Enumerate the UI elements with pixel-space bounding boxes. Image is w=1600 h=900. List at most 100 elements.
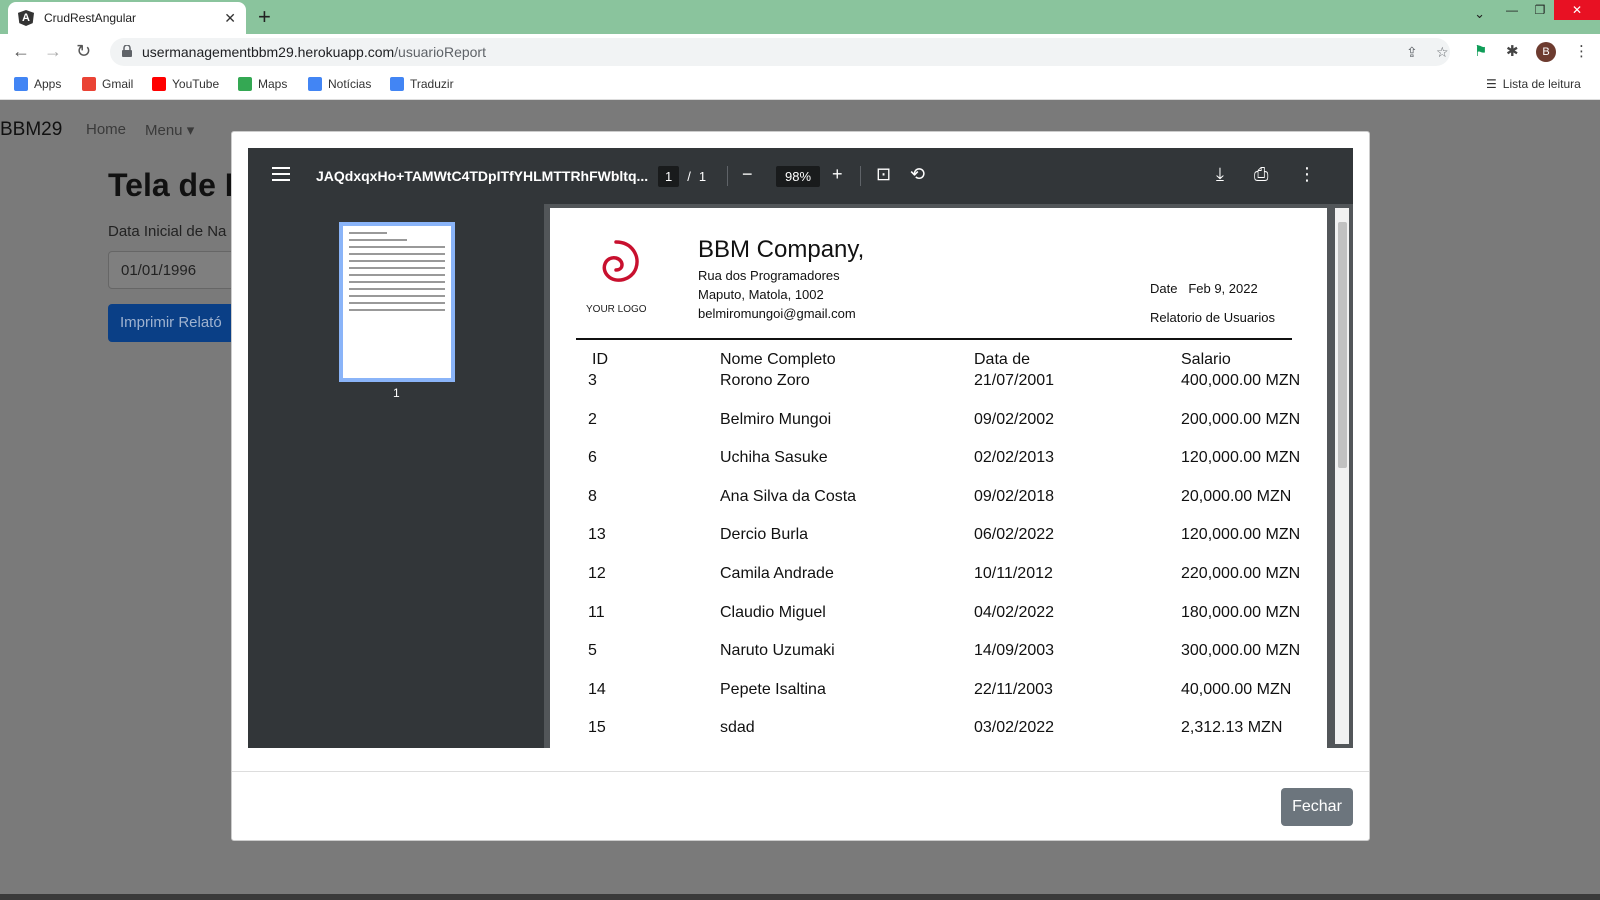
translate-icon — [390, 77, 404, 91]
browser-tab[interactable]: A CrudRestAngular ✕ — [8, 2, 246, 34]
print-report-button[interactable]: Imprimir Relató — [108, 304, 248, 342]
start-date-input[interactable]: 01/01/1996 — [108, 251, 248, 289]
table-cell: Claudio Miguel — [720, 603, 826, 621]
extensions-puzzle-icon[interactable]: ✱ — [1506, 42, 1519, 60]
company-name: BBM Company, — [698, 236, 865, 263]
current-page-input[interactable]: 1 — [658, 166, 680, 187]
more-options-icon[interactable]: ⋮ — [1298, 164, 1316, 185]
table-cell: 22/11/2003 — [974, 680, 1053, 698]
fit-page-icon[interactable]: ⊡ — [876, 164, 891, 185]
bookmark-apps[interactable]: Apps — [14, 77, 61, 91]
bookmarks-bar: Apps Gmail YouTube Maps Notícias Traduzi… — [0, 70, 1600, 100]
lock-icon — [122, 45, 132, 57]
angular-icon: A — [18, 10, 34, 26]
column-header: Data de — [974, 351, 1031, 368]
rotate-icon[interactable]: ⟲ — [910, 164, 925, 185]
minimize-icon[interactable]: — — [1498, 0, 1526, 20]
forward-icon[interactable]: → — [44, 41, 62, 62]
url-text: usermanagementbbm29.herokuapp.com/usuari… — [142, 44, 486, 60]
window-controls: — ❐ ✕ — [1498, 0, 1600, 20]
table-cell: Rorono Zoro — [720, 372, 810, 389]
window-close-icon[interactable]: ✕ — [1554, 0, 1600, 20]
back-icon[interactable]: ← — [12, 41, 30, 62]
profile-avatar[interactable]: B — [1536, 42, 1556, 62]
address-bar[interactable]: usermanagementbbm29.herokuapp.com/usuari… — [110, 38, 1450, 66]
table-cell: 13 — [588, 526, 606, 544]
close-modal-button[interactable]: Fechar — [1281, 788, 1353, 826]
page-title: Tela de R — [108, 167, 248, 203]
table-cell: 2,312.13 MZN — [1181, 719, 1283, 737]
table-cell: 8 — [588, 487, 597, 505]
url-path: /usuarioReport — [394, 44, 486, 60]
download-icon[interactable]: ⤓ — [1216, 164, 1224, 185]
table-cell: Uchiha Sasuke — [720, 449, 828, 467]
nav-home[interactable]: Home — [86, 121, 126, 138]
reading-list[interactable]: ☰ Lista de leitura — [1486, 77, 1581, 91]
pdf-document-area[interactable]: YOUR LOGO BBM Company, Rua dos Programad… — [544, 204, 1353, 748]
table-cell: 11 — [588, 603, 605, 621]
table-cell: 40,000.00 MZN — [1181, 680, 1292, 698]
tab-close-icon[interactable]: ✕ — [224, 10, 236, 27]
table-cell: 400,000.00 MZN — [1181, 372, 1301, 389]
zoom-in-icon[interactable]: + — [832, 164, 843, 185]
table-cell: 120,000.00 MZN — [1181, 449, 1301, 467]
apps-grid-icon — [14, 77, 28, 91]
gmail-icon — [82, 77, 96, 91]
bookmark-maps[interactable]: Maps — [238, 77, 287, 91]
bookmark-label: Apps — [34, 77, 62, 91]
zoom-out-icon[interactable]: − — [742, 164, 753, 185]
youtube-icon — [152, 77, 166, 91]
page-separator: / — [687, 169, 691, 184]
table-cell: 120,000.00 MZN — [1181, 526, 1301, 544]
table-cell: 20,000.00 MZN — [1181, 487, 1292, 505]
report-title: Relatorio de Usuarios — [1150, 310, 1276, 325]
page-thumbnail[interactable] — [339, 222, 455, 382]
address-line: Rua dos Programadores — [698, 268, 840, 283]
share-icon[interactable]: ⇪ — [1406, 44, 1418, 61]
table-cell: 21/07/2001 — [974, 372, 1055, 389]
table-cell: 180,000.00 MZN — [1181, 603, 1301, 621]
news-icon — [308, 77, 322, 91]
table-cell: 5 — [588, 642, 597, 660]
address-line: belmiromungoi@gmail.com — [698, 306, 856, 321]
nav-menu[interactable]: Menu ▾ — [145, 121, 194, 139]
page-indicator: 1 / 1 — [658, 166, 706, 187]
bookmark-gmail[interactable]: Gmail — [82, 77, 133, 91]
hamburger-menu-icon[interactable] — [272, 167, 290, 181]
browser-toolbar: ← → ↻ usermanagementbbm29.herokuapp.com/… — [0, 34, 1600, 70]
scrollbar-thumb[interactable] — [1338, 222, 1347, 468]
bookmark-youtube[interactable]: YouTube — [152, 77, 219, 91]
date-label: Date — [1150, 281, 1178, 296]
tab-search-chevron-icon[interactable]: ⌄ — [1474, 6, 1485, 22]
table-cell: 04/02/2022 — [974, 603, 1055, 621]
bookmark-star-icon[interactable]: ☆ — [1436, 44, 1449, 61]
header-rule — [576, 338, 1292, 340]
report-modal: JAQdxqxHo+TAMWtC4TDpITfYHLMTTRhFWbltq...… — [231, 131, 1370, 841]
report-date: Date Feb 9, 2022 — [1150, 281, 1258, 296]
tab-title: CrudRestAngular — [44, 11, 137, 25]
new-tab-icon[interactable]: + — [258, 4, 271, 30]
pdf-page: YOUR LOGO BBM Company, Rua dos Programad… — [550, 208, 1327, 748]
pdf-viewer: JAQdxqxHo+TAMWtC4TDpITfYHLMTTRhFWbltq...… — [248, 148, 1353, 748]
table-cell: 15 — [588, 719, 606, 737]
app-brand[interactable]: BBM29 — [0, 119, 62, 141]
vertical-scrollbar[interactable] — [1335, 208, 1349, 744]
table-cell: 12 — [588, 565, 606, 582]
chrome-menu-icon[interactable]: ⋮ — [1574, 42, 1589, 60]
table-cell: 300,000.00 MZN — [1181, 642, 1301, 660]
bookmark-traduzir[interactable]: Traduzir — [390, 77, 454, 91]
logo-text: YOUR LOGO — [586, 304, 647, 315]
table-cell: 200,000.00 MZN — [1181, 410, 1301, 428]
print-icon[interactable]: ⎙ — [1254, 164, 1268, 185]
total-pages: 1 — [698, 169, 707, 184]
column-header: Salario — [1181, 351, 1231, 368]
bookmark-label: Gmail — [102, 77, 134, 91]
table-cell: Dercio Burla — [720, 526, 809, 544]
restore-icon[interactable]: ❐ — [1526, 0, 1554, 20]
modal-footer: Fechar — [232, 771, 1369, 841]
bookmark-noticias[interactable]: Notícias — [308, 77, 371, 91]
zoom-level-input[interactable]: 98% — [776, 166, 821, 187]
table-cell: 02/02/2013 — [974, 449, 1055, 467]
reload-icon[interactable]: ↻ — [76, 41, 91, 62]
extension-flag-icon[interactable]: ⚑ — [1474, 42, 1487, 60]
